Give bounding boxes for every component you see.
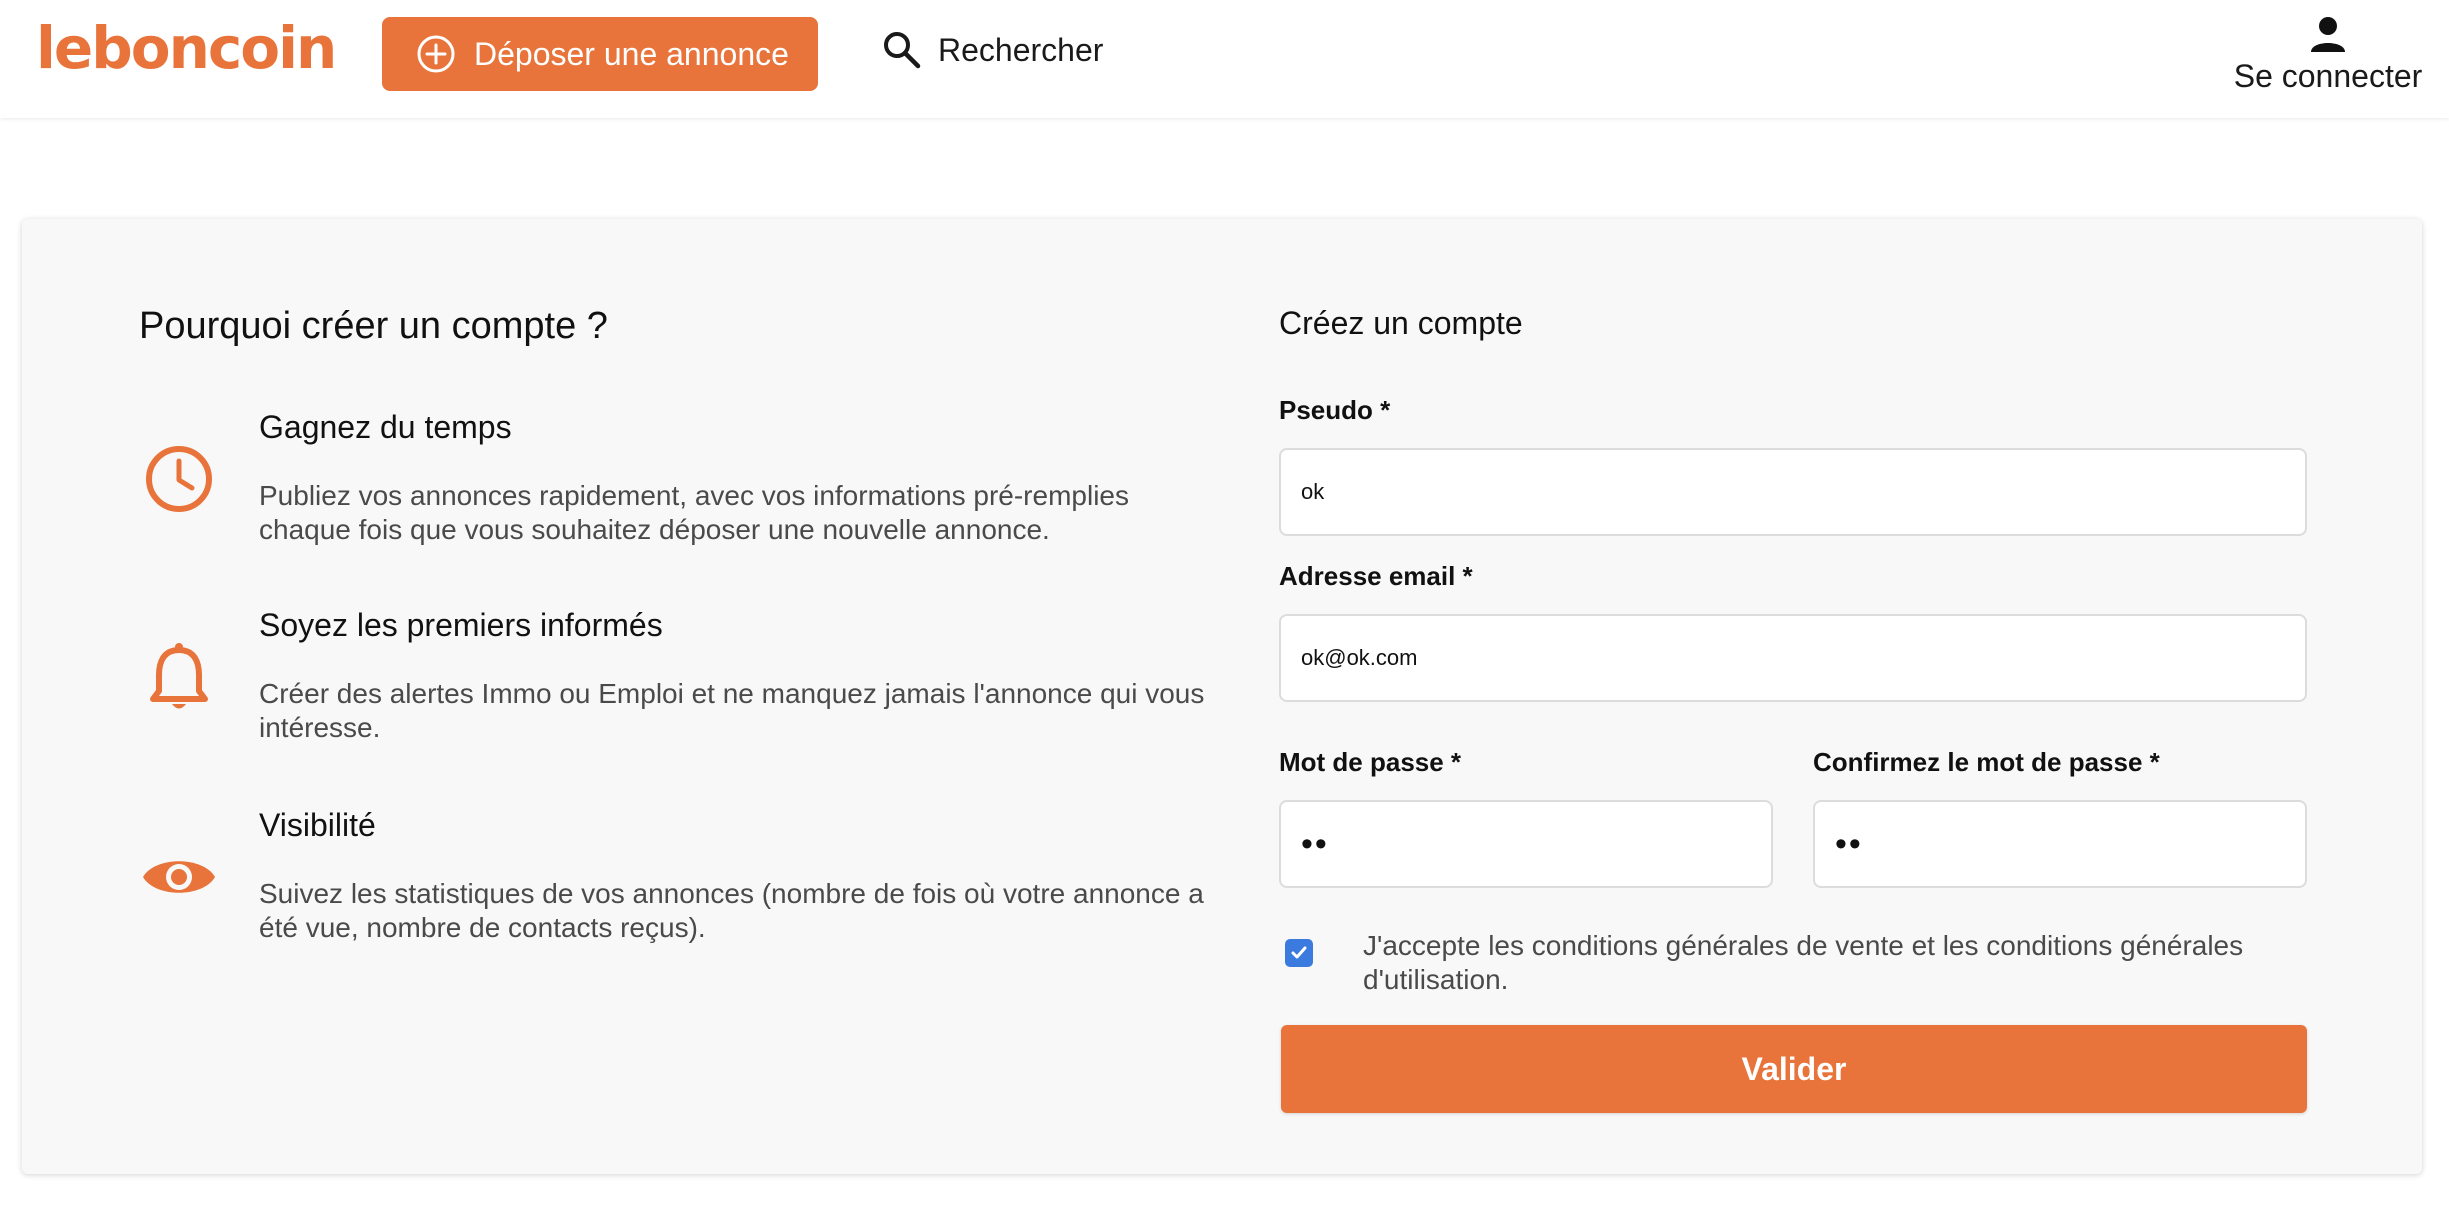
search-label: Rechercher (938, 31, 1104, 68)
top-header: leboncoin Déposer une annonce Rechercher… (0, 0, 2449, 118)
benefit-save-time: Gagnez du temps Publiez vos annonces rap… (139, 409, 1189, 559)
search-icon (884, 32, 921, 69)
terms-checkbox[interactable] (1285, 939, 1313, 967)
why-title: Pourquoi créer un compte ? (139, 305, 608, 347)
benefit-description: Publiez vos annonces rapidement, avec vo… (259, 480, 1129, 545)
benefit-description: Suivez les statistiques de vos annonces … (259, 878, 1204, 943)
email-input[interactable] (1279, 614, 2307, 702)
benefit-title: Visibilité (259, 807, 376, 843)
form-title: Créez un compte (1279, 305, 1523, 341)
plus-circle-icon (417, 35, 455, 73)
terms-row: J'accepte les conditions générales de ve… (1285, 929, 2335, 997)
terms-text[interactable]: J'accepte les conditions générales de ve… (1363, 929, 2335, 997)
pseudo-label: Pseudo * (1279, 395, 1391, 425)
clock-icon (139, 439, 219, 519)
login-link[interactable]: Se connecter (2233, 14, 2423, 95)
login-label: Se connecter (2233, 58, 2423, 94)
password-input[interactable] (1279, 800, 1773, 888)
signup-card: Pourquoi créer un compte ? Gagnez du tem… (22, 219, 2422, 1174)
leboncoin-logo[interactable]: leboncoin (36, 14, 337, 82)
benefit-description: Créer des alertes Immo ou Emploi et ne m… (259, 678, 1205, 743)
search-link[interactable]: Rechercher (882, 30, 1103, 70)
submit-button[interactable]: Valider (1281, 1025, 2307, 1113)
email-label: Adresse email * (1279, 561, 1473, 591)
confirm-password-input[interactable] (1813, 800, 2307, 888)
benefit-title: Gagnez du temps (259, 409, 512, 445)
benefit-visibility: Visibilité Suivez les statistiques de vo… (139, 807, 1204, 957)
confirm-password-label: Confirmez le mot de passe * (1813, 747, 2160, 777)
user-icon (2311, 17, 2345, 52)
benefit-first-informed: Soyez les premiers informés Créer des al… (139, 607, 1204, 757)
post-ad-label: Déposer une annonce (474, 35, 789, 72)
bell-icon (139, 637, 219, 717)
eye-icon (139, 837, 219, 917)
password-label: Mot de passe * (1279, 747, 1462, 777)
benefit-title: Soyez les premiers informés (259, 607, 663, 643)
checkmark-icon (1291, 946, 1307, 959)
post-ad-button[interactable]: Déposer une annonce (382, 17, 818, 91)
pseudo-input[interactable] (1279, 448, 2307, 536)
